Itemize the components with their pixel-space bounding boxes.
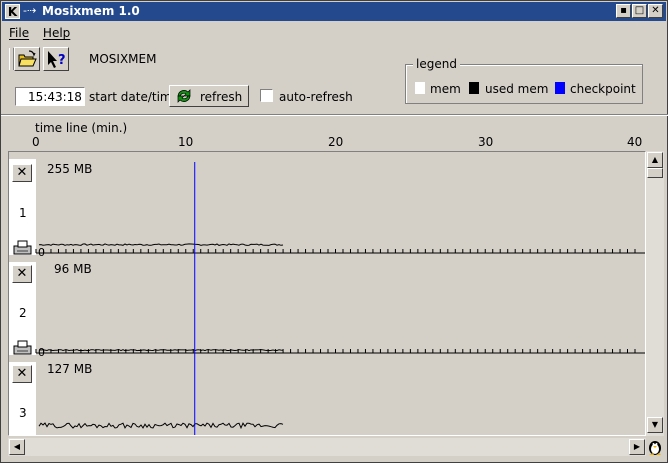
legend-swatch-used-mem — [469, 82, 479, 94]
title-bar[interactable]: K -⇢ Mosixmem 1.0 ▪ □ ✕ — [2, 2, 666, 21]
scroll-right-button[interactable]: ▶ — [629, 439, 645, 455]
vertical-scrollbar[interactable]: ▲ ▼ — [646, 151, 664, 436]
node-1-used-mem-trace — [38, 243, 284, 246]
horizontal-scrollbar[interactable]: ◀ ▶ — [8, 438, 646, 456]
memory-timeline-graph — [35, 162, 645, 435]
kde-app-icon[interactable]: K — [5, 4, 20, 19]
arrow-up-icon: ▲ — [651, 155, 659, 164]
close-window-button[interactable]: ✕ — [648, 4, 663, 18]
menu-bar: File Help — [9, 26, 80, 40]
tick-label-0: 0 — [32, 135, 40, 149]
legend-label-used-mem: used mem — [485, 82, 549, 96]
window-title: Mosixmem 1.0 — [42, 4, 140, 18]
menu-file[interactable]: File — [9, 26, 29, 40]
tick-label-10: 10 — [178, 135, 194, 149]
refresh-label: refresh — [200, 90, 243, 104]
scroll-up-button[interactable]: ▲ — [647, 152, 663, 168]
legend-label-checkpoint: checkpoint — [570, 82, 636, 96]
tick-label-30: 30 — [478, 135, 494, 149]
legend-label-mem: mem — [430, 82, 461, 96]
sticky-icon[interactable]: -⇢ — [23, 4, 36, 17]
node-graphs-panel: ✕ 1 255 MB 0 ✕ 2 96 MB 0 ✕ 3 127 MB — [8, 151, 646, 436]
legend-swatch-mem — [415, 82, 425, 94]
whats-this-help-icon: ? — [48, 51, 66, 68]
menu-help[interactable]: Help — [43, 26, 70, 40]
scroll-thumb[interactable] — [647, 168, 663, 178]
tick-label-20: 20 — [328, 135, 344, 149]
minimize-icon: ▪ — [620, 5, 627, 16]
main-window: K -⇢ Mosixmem 1.0 ▪ □ ✕ File Help ? MOSI… — [0, 0, 668, 463]
close-icon: ✕ — [651, 5, 660, 16]
legend-title: legend — [413, 57, 460, 71]
arrow-down-icon: ▼ — [651, 420, 659, 429]
folder-open-icon — [18, 50, 37, 67]
maximize-icon: □ — [634, 5, 645, 16]
maximize-button[interactable]: □ — [632, 4, 647, 18]
auto-refresh-label: auto-refresh — [279, 90, 353, 104]
whats-this-button[interactable]: ? — [43, 47, 69, 71]
legend-swatch-checkpoint — [555, 82, 565, 94]
svg-text:?: ? — [58, 53, 66, 68]
start-date-time-label: start date/time — [89, 90, 179, 104]
node-3-used-mem-trace — [38, 422, 284, 430]
separator — [1, 114, 668, 116]
auto-refresh-checkbox[interactable] — [260, 89, 273, 102]
scroll-left-button[interactable]: ◀ — [9, 439, 25, 455]
arrow-left-icon: ◀ — [13, 442, 21, 451]
tick-label-40: 40 — [627, 135, 643, 149]
refresh-icon — [177, 89, 191, 103]
start-time-field[interactable]: 15:43:18 — [15, 87, 85, 106]
open-button[interactable] — [14, 47, 40, 71]
minimize-button[interactable]: ▪ — [616, 4, 631, 18]
app-name-label: MOSIXMEM — [89, 52, 157, 66]
tux-penguin-icon — [649, 441, 661, 455]
timeline-label: time line (min.) — [35, 121, 128, 135]
arrow-right-icon: ▶ — [633, 442, 641, 451]
refresh-button[interactable]: refresh — [169, 85, 249, 107]
scroll-down-button[interactable]: ▼ — [647, 417, 663, 433]
node-2-used-mem-trace — [38, 349, 284, 352]
